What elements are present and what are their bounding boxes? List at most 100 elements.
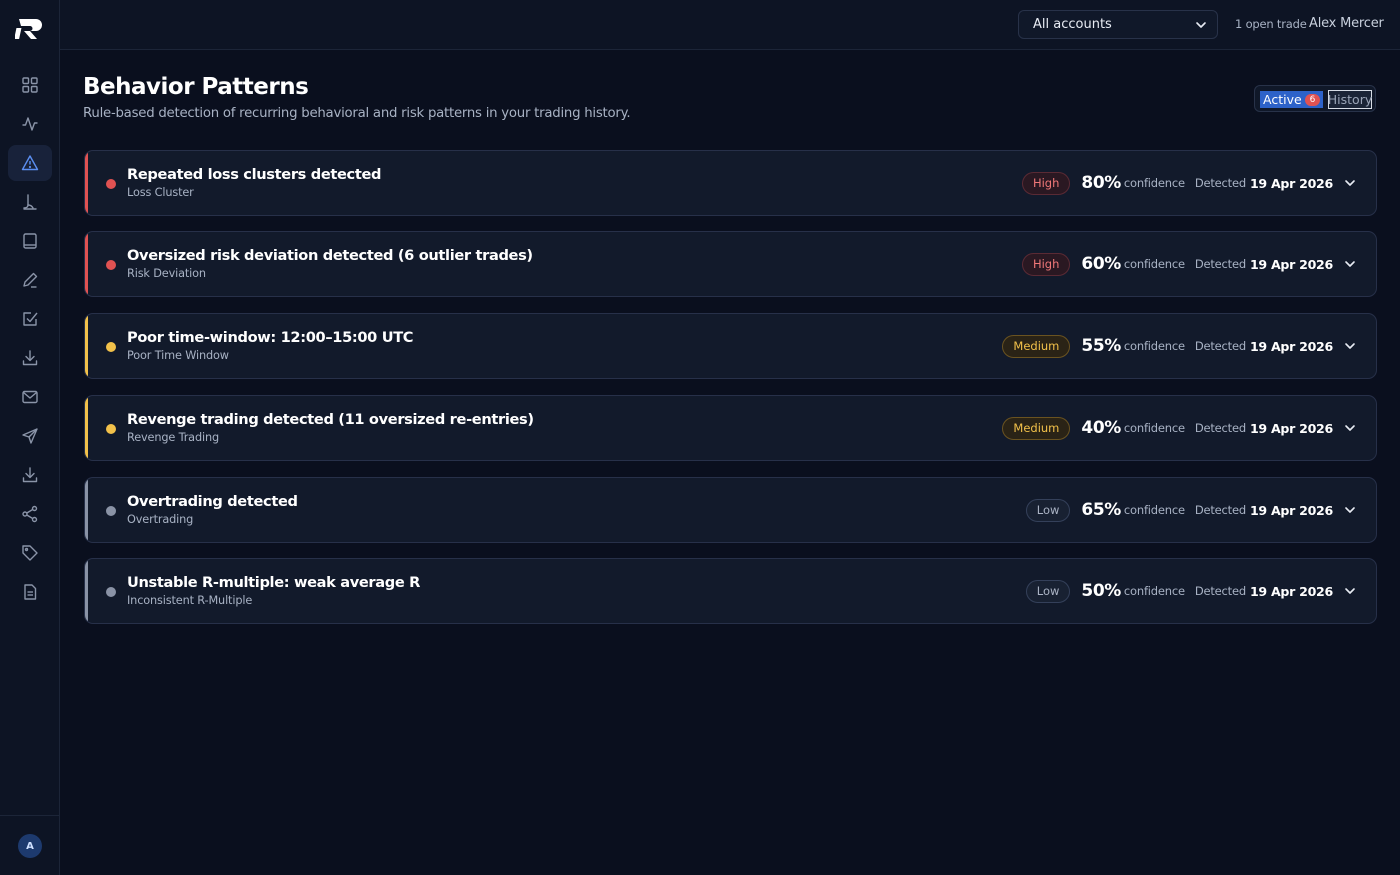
- severity-accent-bar: [85, 478, 88, 542]
- document-icon: [24, 584, 37, 600]
- tag-icon: [22, 545, 38, 561]
- severity-accent-bar: [85, 314, 88, 378]
- chevron-down-icon[interactable]: [1344, 504, 1356, 516]
- detected-date: 19 Apr 2026: [1249, 256, 1333, 272]
- lamp-icon: [23, 194, 37, 210]
- pen-icon: [23, 272, 38, 288]
- pattern-card[interactable]: Unstable R-multiple: weak average R Inco…: [84, 558, 1377, 624]
- send-icon: [22, 428, 38, 444]
- severity-dot: [106, 179, 116, 189]
- app-logo[interactable]: [14, 16, 45, 42]
- confidence-label: confidence: [1123, 339, 1185, 353]
- import-icon: [22, 467, 38, 483]
- pattern-title: Revenge trading detected (11 oversized r…: [127, 411, 534, 428]
- chevron-down-icon[interactable]: [1344, 422, 1356, 434]
- chevron-down-icon[interactable]: [1344, 340, 1356, 352]
- detected-date: 19 Apr 2026: [1249, 175, 1333, 191]
- sidebar: A: [0, 0, 60, 875]
- confidence-value: 55%: [1081, 336, 1121, 356]
- nav-send[interactable]: [8, 418, 52, 454]
- pattern-card[interactable]: Oversized risk deviation detected (6 out…: [84, 231, 1377, 297]
- view-toggle: Active 6 History: [1254, 85, 1376, 112]
- confidence-label: confidence: [1123, 584, 1185, 598]
- pattern-card[interactable]: Poor time-window: 12:00–15:00 UTC Poor T…: [84, 313, 1377, 379]
- nav-tags[interactable]: [8, 535, 52, 571]
- detected-label: Detected: [1194, 503, 1246, 517]
- open-trade-count[interactable]: 1 open trade: [1235, 17, 1307, 31]
- detected-date: 19 Apr 2026: [1249, 502, 1333, 518]
- nav-notes[interactable]: [8, 262, 52, 298]
- nav-mail[interactable]: [8, 379, 52, 415]
- detected-date: 19 Apr 2026: [1249, 583, 1333, 599]
- detected-label: Detected: [1194, 257, 1246, 271]
- pattern-card[interactable]: Repeated loss clusters detected Loss Clu…: [84, 150, 1377, 216]
- confidence-value: 60%: [1081, 254, 1121, 274]
- book-icon: [23, 233, 37, 249]
- severity-dot: [106, 342, 116, 352]
- pattern-category: Poor Time Window: [127, 349, 229, 362]
- avatar[interactable]: A: [18, 834, 42, 858]
- pattern-category: Loss Cluster: [127, 186, 194, 199]
- tab-history[interactable]: History: [1328, 90, 1372, 109]
- nav-download[interactable]: [8, 340, 52, 376]
- warning-triangle-icon: [21, 155, 39, 171]
- severity-accent-bar: [85, 232, 88, 296]
- pattern-category: Overtrading: [127, 513, 194, 526]
- mail-icon: [22, 390, 38, 404]
- nav-lamp[interactable]: [8, 184, 52, 220]
- detected-date: 19 Apr 2026: [1249, 420, 1333, 436]
- account-select[interactable]: All accounts: [1018, 10, 1218, 39]
- detected-label: Detected: [1194, 421, 1246, 435]
- pattern-title: Oversized risk deviation detected (6 out…: [127, 247, 533, 264]
- share-icon: [22, 505, 38, 523]
- confidence-label: confidence: [1123, 421, 1185, 435]
- topbar: All accounts 1 open trade Alex Mercer: [60, 0, 1400, 50]
- nav-dashboard[interactable]: [8, 67, 52, 103]
- nav-import[interactable]: [8, 457, 52, 493]
- severity-dot: [106, 587, 116, 597]
- pattern-card[interactable]: Revenge trading detected (11 oversized r…: [84, 395, 1377, 461]
- page-subtitle: Rule-based detection of recurring behavi…: [83, 106, 631, 121]
- detected-label: Detected: [1194, 584, 1246, 598]
- severity-badge: Low: [1025, 498, 1071, 522]
- nav-share[interactable]: [8, 496, 52, 532]
- nav-behavior-patterns[interactable]: [8, 145, 52, 181]
- detected-label: Detected: [1194, 339, 1246, 353]
- confidence-value: 65%: [1081, 500, 1121, 520]
- pattern-title: Overtrading detected: [127, 493, 298, 510]
- checkbox-icon: [23, 312, 38, 326]
- detected-label: Detected: [1194, 176, 1246, 190]
- download-icon: [22, 350, 38, 366]
- nav-activity[interactable]: [8, 106, 52, 142]
- activity-pulse-icon: [22, 117, 38, 131]
- severity-badge: Medium: [1002, 416, 1071, 440]
- pattern-card[interactable]: Overtrading detected Overtrading Low 65%…: [84, 477, 1377, 543]
- severity-badge: High: [1021, 171, 1071, 195]
- confidence-label: confidence: [1123, 257, 1185, 271]
- confidence-label: confidence: [1123, 503, 1185, 517]
- severity-badge: High: [1021, 252, 1071, 276]
- sidebar-divider: [0, 815, 60, 816]
- severity-badge: Medium: [1002, 334, 1071, 358]
- confidence-label: confidence: [1123, 176, 1185, 190]
- tab-active-label: Active: [1263, 92, 1302, 107]
- confidence-value: 50%: [1081, 581, 1121, 601]
- severity-dot: [106, 260, 116, 270]
- nav-checklist[interactable]: [8, 301, 52, 337]
- severity-accent-bar: [85, 559, 88, 623]
- severity-accent-bar: [85, 151, 88, 215]
- severity-accent-bar: [85, 396, 88, 460]
- pattern-category: Revenge Trading: [127, 431, 219, 444]
- chevron-down-icon[interactable]: [1344, 258, 1356, 270]
- confidence-value: 80%: [1081, 173, 1121, 193]
- severity-dot: [106, 424, 116, 434]
- chevron-down-icon: [1196, 22, 1206, 28]
- chevron-down-icon[interactable]: [1344, 585, 1356, 597]
- user-name[interactable]: Alex Mercer: [1309, 16, 1384, 31]
- nav-journal[interactable]: [8, 223, 52, 259]
- chevron-down-icon[interactable]: [1344, 177, 1356, 189]
- tab-active[interactable]: Active 6: [1260, 91, 1323, 108]
- active-count-badge: 6: [1305, 94, 1320, 106]
- nav-reports[interactable]: [8, 574, 52, 610]
- severity-badge: Low: [1025, 579, 1071, 603]
